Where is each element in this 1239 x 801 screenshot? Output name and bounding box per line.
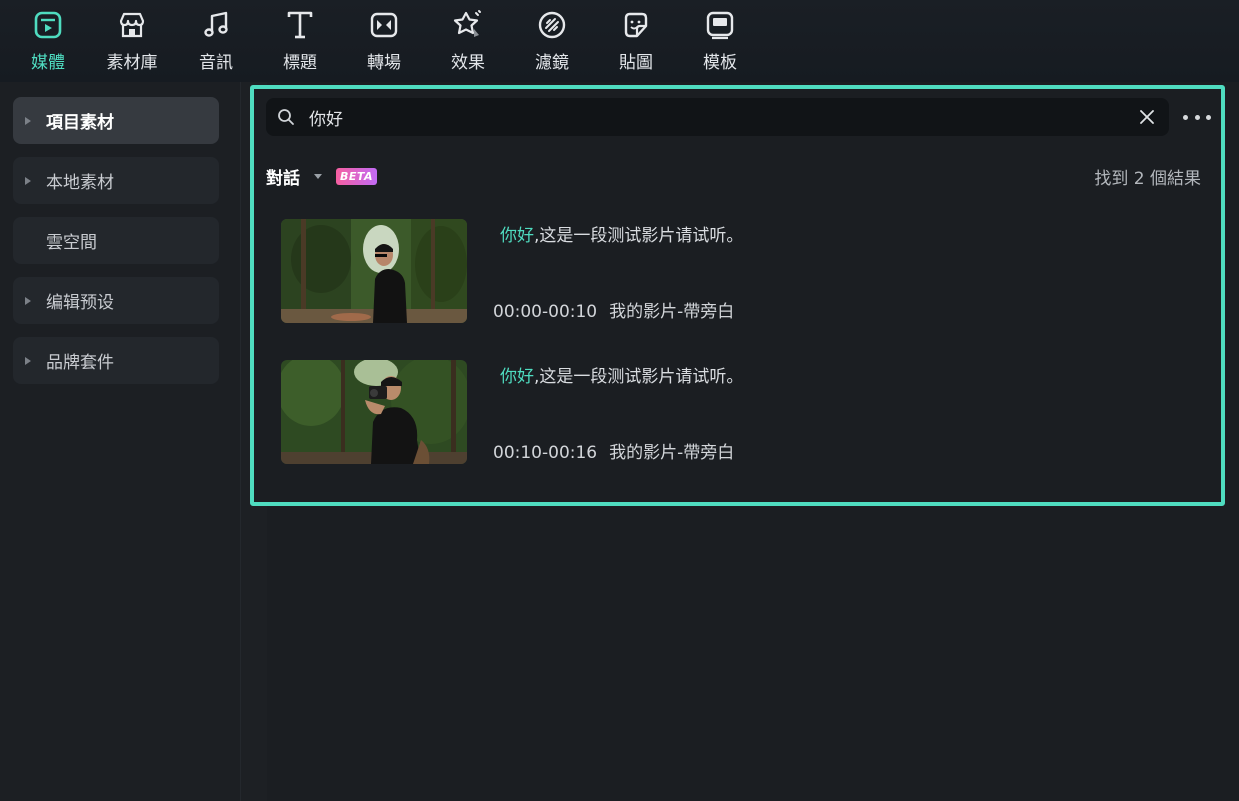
tab-effects[interactable]: 效果 (426, 8, 510, 74)
transcript-snippet: 你好,这是一段测试影片请试听。 (500, 367, 744, 387)
tab-audio[interactable]: 音訊 (174, 8, 258, 74)
expand-arrow-icon (25, 356, 31, 365)
tab-label: 素材庫 (106, 53, 158, 73)
sticker-icon (619, 8, 653, 42)
filter-dropdown-icon[interactable] (314, 173, 322, 179)
app-window: 媒體 素材庫 音訊 標題 轉場 效果 濾鏡 貼圖 模板 項目素材 本地素材 雲空… (0, 0, 1239, 801)
effects-star-icon (451, 8, 485, 42)
matched-keyword: 你好 (500, 226, 534, 246)
tab-media[interactable]: 媒體 (6, 8, 90, 74)
title-t-icon (283, 8, 317, 42)
beta-badge: BETA (336, 167, 378, 185)
tab-label: 貼圖 (619, 53, 653, 73)
sidebar-item-project-media[interactable]: 項目素材 (13, 97, 219, 144)
tab-stickers[interactable]: 貼圖 (594, 8, 678, 74)
tab-transitions[interactable]: 轉場 (342, 8, 426, 74)
video-thumbnail (281, 219, 467, 323)
tab-label: 轉場 (367, 53, 401, 73)
sidebar-item-cloud[interactable]: 雲空間 (13, 217, 219, 264)
tab-label: 濾鏡 (535, 53, 569, 73)
sidebar-item-label: 品牌套件 (46, 353, 114, 373)
sidebar-item-label: 编辑预设 (46, 293, 114, 313)
sidebar-item-label: 項目素材 (46, 113, 114, 133)
clear-search-icon[interactable] (1138, 108, 1156, 126)
tab-filters[interactable]: 濾鏡 (510, 8, 594, 74)
sidebar-item-edit-presets[interactable]: 编辑预设 (13, 277, 219, 324)
timecode-range: 00:10-00:16 (493, 443, 598, 463)
timecode-range: 00:00-00:10 (493, 302, 598, 322)
search-icon (278, 109, 294, 125)
matched-keyword: 你好 (500, 367, 534, 387)
sidebar: 項目素材 本地素材 雲空間 编辑预设 品牌套件 (0, 82, 241, 801)
result-count: 找到 2 個結果 (1094, 169, 1201, 189)
source-clip-name: 我的影片-帶旁白 (609, 302, 735, 322)
template-icon (703, 8, 737, 42)
transcript-snippet: 你好,这是一段测试影片请试听。 (500, 226, 744, 246)
search-bar (266, 98, 1169, 136)
sidebar-item-label: 雲空間 (46, 233, 97, 253)
sidebar-item-local-media[interactable]: 本地素材 (13, 157, 219, 204)
search-results-panel: 對話 BETA 找到 2 個結果 (250, 85, 1225, 506)
video-thumbnail (281, 360, 467, 464)
tab-label: 媒體 (31, 53, 65, 73)
music-note-icon (199, 8, 233, 42)
expand-arrow-icon (25, 116, 31, 125)
main-content: 對話 BETA 找到 2 個結果 (241, 82, 1239, 801)
source-clip-name: 我的影片-帶旁白 (609, 443, 735, 463)
tab-titles[interactable]: 標題 (258, 8, 342, 74)
transition-icon (367, 8, 401, 42)
tab-label: 音訊 (199, 53, 233, 73)
tab-stock[interactable]: 素材庫 (90, 8, 174, 74)
search-filter: 對話 BETA (266, 164, 378, 189)
tab-label: 模板 (703, 53, 737, 73)
tab-label: 標題 (283, 53, 317, 73)
sidebar-item-label: 本地素材 (46, 173, 114, 193)
expand-arrow-icon (25, 176, 31, 185)
store-icon (115, 8, 149, 42)
tab-templates[interactable]: 模板 (678, 8, 762, 74)
filter-label: 對話 (266, 168, 300, 189)
media-icon (31, 8, 65, 42)
result-meta: 00:10-00:16 我的影片-帶旁白 (493, 438, 734, 463)
search-result-item[interactable]: 你好,这是一段测试影片请试听。 00:00-00:10 我的影片-帶旁白 (281, 219, 1181, 324)
search-input[interactable] (309, 107, 1138, 127)
search-result-item[interactable]: 你好,这是一段测试影片请试听。 00:10-00:16 我的影片-帶旁白 (281, 360, 1181, 465)
sidebar-item-brand-kit[interactable]: 品牌套件 (13, 337, 219, 384)
more-options-icon[interactable] (1183, 106, 1211, 128)
top-toolbar: 媒體 素材庫 音訊 標題 轉場 效果 濾鏡 貼圖 模板 (0, 0, 1239, 82)
tab-label: 效果 (451, 53, 485, 73)
result-meta: 00:00-00:10 我的影片-帶旁白 (493, 297, 734, 322)
expand-arrow-icon (25, 296, 31, 305)
filter-icon (535, 8, 569, 42)
